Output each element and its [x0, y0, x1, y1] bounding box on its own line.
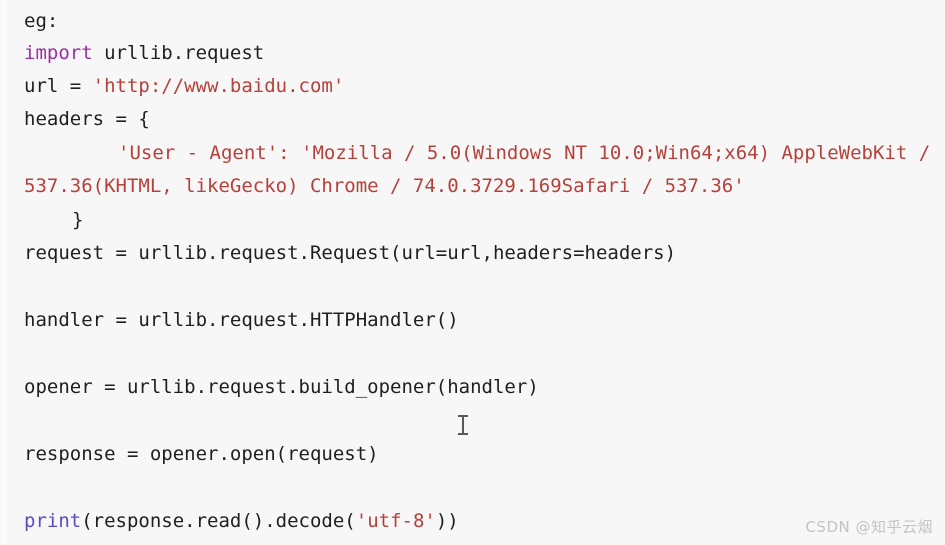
code-line[interactable]: import urllib.request [24, 42, 264, 64]
code-token-plain: url = [24, 75, 93, 97]
code-line[interactable]: 537.36(KHTML, likeGecko) Chrome / 74.0.3… [24, 175, 745, 197]
code-token-plain: handler = urllib.request.HTTPHandler() [24, 309, 459, 331]
code-line[interactable]: response = opener.open(request) [24, 443, 379, 465]
code-token-string: 'utf-8' [355, 510, 436, 532]
code-line[interactable]: print(response.read().decode('utf-8')) [24, 510, 459, 532]
code-line[interactable]: headers = { [24, 108, 150, 130]
ibeam-stem [462, 416, 464, 434]
csdn-watermark: CSDN @知乎云烟 [805, 518, 933, 536]
code-token-plain: response = opener.open(request) [24, 443, 379, 465]
code-token-plain: )) [435, 510, 459, 532]
code-line[interactable]: request = urllib.request.Request(url=url… [24, 242, 676, 264]
code-line[interactable]: url = 'http://www.baidu.com' [24, 75, 344, 97]
code-token-plain: (response.read().decode( [81, 510, 356, 532]
code-block[interactable]: eg: import urllib.request url = 'http://ww… [0, 0, 945, 545]
code-line[interactable]: eg: [24, 10, 58, 32]
code-line[interactable] [24, 477, 35, 499]
code-line[interactable]: handler = urllib.request.HTTPHandler() [24, 309, 459, 331]
code-token-plain: } [72, 209, 84, 231]
ibeam-cap-bottom [458, 433, 468, 435]
code-token-plain: headers = { [24, 108, 150, 130]
code-token-string: 'User - Agent': 'Mozilla / 5.0(Windows N… [118, 142, 931, 164]
code-token-plain: request = urllib.request.Request(url=url… [24, 242, 677, 264]
code-line[interactable] [24, 410, 35, 432]
code-token-plain: opener = urllib.request.build_opener(han… [24, 376, 539, 398]
code-token-string: 537.36(KHTML, likeGecko) Chrome / 74.0.3… [24, 175, 745, 197]
code-line[interactable]: } [72, 209, 83, 231]
code-line[interactable]: 'User - Agent': 'Mozilla / 5.0(Windows N… [118, 142, 930, 164]
code-token-keyword: import [24, 42, 93, 64]
code-line[interactable]: opener = urllib.request.build_opener(han… [24, 376, 539, 398]
code-token-plain: eg: [24, 10, 59, 32]
text-ibeam-cursor [456, 414, 470, 436]
code-token-plain: urllib.request [92, 42, 265, 64]
code-line[interactable] [24, 343, 35, 365]
code-token-string: 'http://www.baidu.com' [92, 75, 345, 97]
code-screenshot: eg: import urllib.request url = 'http://ww… [0, 0, 945, 545]
code-token-builtin: print [24, 510, 82, 532]
code-line[interactable] [24, 276, 35, 298]
